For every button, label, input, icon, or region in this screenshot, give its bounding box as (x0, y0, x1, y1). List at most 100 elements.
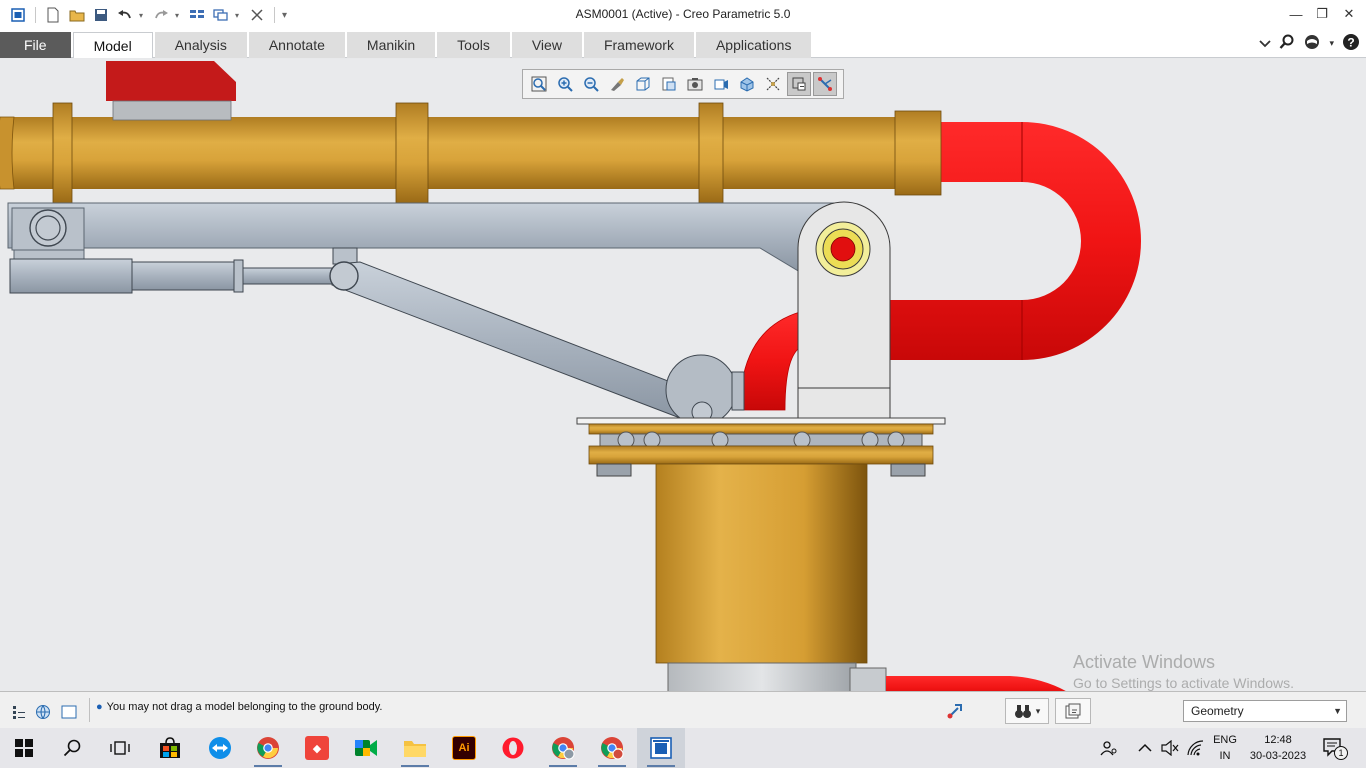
windows-dropdown-icon[interactable]: ▾ (235, 11, 243, 20)
task-view-button[interactable] (96, 728, 144, 768)
toolbar-separator (35, 7, 36, 23)
ribbon: File Model Analysis Annotate Manikin Too… (0, 30, 1366, 58)
minimize-button[interactable]: — (1284, 4, 1308, 24)
perspective-icon[interactable] (709, 72, 733, 96)
volume-muted-icon[interactable] (1161, 728, 1179, 768)
opera-icon (502, 737, 524, 759)
zoom-in-icon[interactable] (553, 72, 577, 96)
chrome-profile-icon (601, 737, 624, 760)
saved-orientations-icon[interactable] (657, 72, 681, 96)
repaint-icon[interactable] (605, 72, 629, 96)
taskbar-app-creo[interactable] (637, 728, 685, 768)
tab-framework[interactable]: Framework (583, 32, 694, 58)
close-button[interactable]: ✕ (1337, 4, 1361, 24)
redo-dropdown-icon[interactable]: ▾ (175, 11, 183, 20)
section-icon[interactable] (735, 72, 759, 96)
action-center-button[interactable]: 1 (1322, 728, 1348, 768)
svg-text:?: ? (1347, 36, 1354, 50)
wifi-icon[interactable] (1187, 728, 1205, 768)
show-hidden-icons[interactable] (1138, 728, 1152, 768)
help-dropdown-icon[interactable]: ▾ (1329, 38, 1334, 49)
illustrator-icon: Ai (452, 736, 476, 760)
start-button[interactable] (0, 728, 48, 768)
tab-file[interactable]: File (0, 32, 71, 58)
tab-view[interactable]: View (511, 32, 582, 58)
taskbar-app-store[interactable] (146, 728, 194, 768)
view-manager-icon[interactable] (683, 72, 707, 96)
find-dropdown-icon[interactable]: ▾ (1036, 706, 1041, 717)
tab-tools[interactable]: Tools (437, 32, 510, 58)
pivot-bracket[interactable] (797, 201, 891, 419)
taskbar-app-chrome-profile-3[interactable] (588, 728, 636, 768)
taskbar-app-opera[interactable] (489, 728, 537, 768)
tab-analysis[interactable]: Analysis (154, 32, 247, 58)
selected-items-button[interactable] (1055, 698, 1091, 724)
language-indicator[interactable]: ENG IN (1210, 732, 1240, 764)
undo-dropdown-icon[interactable]: ▾ (139, 11, 147, 20)
red-clamp-block[interactable] (106, 61, 236, 121)
open-icon[interactable] (67, 5, 87, 25)
tab-model[interactable]: Model (72, 32, 153, 58)
store-icon (160, 737, 180, 758)
search-icon[interactable] (1279, 34, 1295, 53)
full-screen-icon[interactable] (60, 704, 78, 720)
regenerate-icon[interactable] (187, 5, 207, 25)
taskbar-app-anydesk[interactable]: ◆ (293, 728, 341, 768)
red-elbow-pipe[interactable] (739, 311, 806, 411)
diagonal-link-arm[interactable] (329, 261, 745, 426)
tab-manikin[interactable]: Manikin (346, 32, 436, 58)
search-icon (63, 739, 81, 757)
browser-toggle-icon[interactable] (34, 704, 52, 720)
help-icon[interactable] (1303, 34, 1321, 53)
status-message: ● You may not drag a model belonging to t… (96, 701, 382, 713)
model-tree-toggle-icon[interactable] (10, 704, 28, 720)
title-bar: ▾ ▾ ▾ ▾ ASM0001 (Active) - Creo Parametr… (0, 0, 1366, 30)
select-drag-icon[interactable] (941, 698, 969, 724)
taskbar-app-teamviewer[interactable] (196, 728, 244, 768)
toolbar-separator (274, 7, 275, 23)
clock-time: 12:48 (1264, 734, 1292, 746)
search-button[interactable] (48, 728, 96, 768)
new-icon[interactable] (43, 5, 63, 25)
datum-display-icon[interactable] (761, 72, 785, 96)
taskbar-app-meet[interactable] (342, 728, 390, 768)
selection-filter-select[interactable]: Geometry ▼ (1183, 700, 1347, 722)
windows-logo-icon (15, 739, 33, 757)
taskbar-app-chrome[interactable] (244, 728, 292, 768)
gray-lower-column[interactable] (667, 662, 1080, 691)
refit-icon[interactable] (527, 72, 551, 96)
taskbar-app-illustrator[interactable]: Ai (440, 728, 488, 768)
minimize-ribbon-icon[interactable] (1259, 36, 1272, 52)
display-style-icon[interactable] (631, 72, 655, 96)
zoom-out-icon[interactable] (579, 72, 603, 96)
status-message-text: You may not drag a model belonging to th… (106, 701, 383, 713)
redo-icon[interactable] (151, 5, 171, 25)
annotation-display-icon[interactable] (813, 72, 837, 96)
folder-icon (404, 741, 426, 757)
windows-icon[interactable] (211, 5, 231, 25)
clock-date: 30-03-2023 (1249, 750, 1307, 762)
model-3d-view[interactable] (0, 59, 1366, 691)
taskbar-app-file-explorer[interactable] (391, 728, 439, 768)
status-separator (89, 698, 90, 722)
undo-icon[interactable] (115, 5, 135, 25)
spin-center-icon[interactable] (787, 72, 811, 96)
system-clock[interactable]: 12:48 30-03-2023 (1248, 732, 1308, 764)
chrome-profile-icon (552, 737, 575, 760)
taskbar-app-chrome-profile-2[interactable] (539, 728, 587, 768)
gold-column[interactable] (655, 463, 868, 664)
tab-annotate[interactable]: Annotate (248, 32, 345, 58)
in-graphics-toolbar (522, 69, 844, 99)
task-view-icon (110, 741, 130, 755)
people-icon[interactable] (1100, 728, 1118, 768)
restore-button[interactable]: ❐ (1310, 4, 1334, 24)
customize-icon[interactable]: ▾ (282, 10, 290, 21)
window-icon[interactable] (8, 5, 28, 25)
save-icon[interactable] (91, 5, 111, 25)
graphics-window[interactable] (0, 59, 1366, 691)
windows-taskbar: ◆ Ai ENG IN 12:48 30-03-2023 1 (0, 728, 1366, 768)
close-window-icon[interactable] (247, 5, 267, 25)
find-button[interactable]: ▾ (1005, 698, 1049, 724)
tab-applications[interactable]: Applications (695, 32, 812, 58)
help-question-icon[interactable]: ? (1342, 33, 1360, 54)
